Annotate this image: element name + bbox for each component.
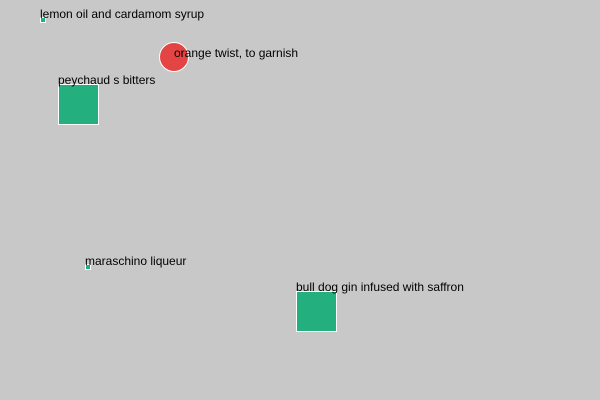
- orange-twist-label: orange twist, to garnish: [174, 46, 299, 60]
- bull-dog-gin-saffron-label: bull dog gin infused with saffron: [296, 280, 464, 294]
- lemon-oil-cardamom-syrup-label: lemon oil and cardamom syrup: [40, 7, 205, 21]
- peychauds-bitters-token[interactable]: [58, 84, 99, 125]
- bull-dog-gin-saffron-token[interactable]: [296, 291, 337, 332]
- game-canvas[interactable]: lemon oil and cardamom syrup orange twis…: [0, 0, 600, 400]
- peychauds-bitters-label: peychaud s bitters: [58, 73, 156, 87]
- maraschino-liqueur-label: maraschino liqueur: [85, 254, 187, 268]
